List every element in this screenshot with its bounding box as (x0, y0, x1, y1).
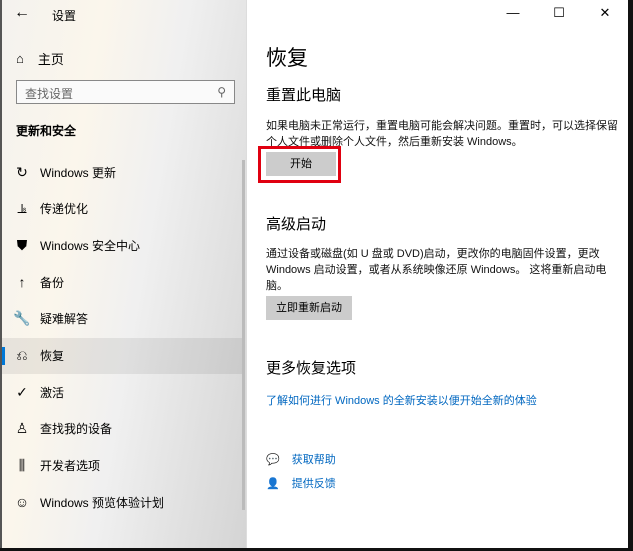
minimize-button[interactable]: — (490, 0, 536, 28)
sidebar-item-label: 激活 (40, 385, 65, 400)
page-title: 恢复 (266, 47, 308, 70)
settings-window: ← 设置 ⌂ 主页 查找设置 ⚲ 更新和安全 ↻ Windows 更新 ⫡ 传递优化 ⛊ Wi… (0, 0, 628, 548)
sidebar-item-icon: ☺ (14, 494, 30, 511)
feedback-label: 提供反馈 (291, 478, 336, 490)
sidebar-item[interactable]: ⎌ 恢复 (2, 337, 245, 374)
sidebar: ← 设置 ⌂ 主页 查找设置 ⚲ 更新和安全 ↻ Windows 更新 ⫡ 传递优化 ⛊ Wi… (2, 0, 247, 548)
sidebar-item[interactable]: ⫼ 开发者选项 (2, 448, 245, 484)
app-title: 设置 (52, 9, 77, 23)
restart-now-button[interactable]: 立即重新启动 (266, 296, 352, 320)
sidebar-item-label: 疑难解答 (40, 312, 89, 327)
sidebar-item-icon: 🔧 (13, 310, 31, 327)
sidebar-item-icon: ↑ (18, 274, 26, 291)
sidebar-item[interactable]: ↑ 备份 (2, 264, 245, 300)
feedback-link[interactable]: 👤 提供反馈 (266, 475, 336, 491)
sidebar-item-icon: ⎌ (16, 347, 28, 363)
search-input[interactable]: 查找设置 ⚲ (16, 80, 235, 104)
sidebar-item[interactable]: ✓ 激活 (2, 374, 245, 410)
fresh-install-link[interactable]: 了解如何进行 Windows 的全新安装以便开始全新的体验 (266, 392, 537, 408)
sidebar-item[interactable]: 🔧 疑难解答 (2, 301, 245, 337)
sidebar-item-icon: ♙ (15, 420, 29, 437)
advanced-description: 通过设备或磁盘(如 U 盘或 DVD)启动，更改你的电脑固件设置，更改 Wind… (266, 248, 607, 292)
home-label: 主页 (37, 52, 64, 67)
sidebar-item-label: 开发者选项 (40, 459, 101, 474)
sidebar-item-icon: ⫼ (18, 457, 26, 474)
home-icon: ⌂ (16, 51, 24, 66)
sidebar-item-label: Windows 更新 (40, 165, 117, 180)
advanced-heading: 高级启动 (266, 216, 327, 233)
sidebar-item[interactable]: ⛊ Windows 安全中心 (2, 227, 245, 263)
sidebar-item-icon: ↻ (16, 163, 28, 180)
sidebar-item[interactable]: ♙ 查找我的设备 (2, 411, 245, 447)
sidebar-item[interactable]: ⫡ 传递优化 (2, 191, 245, 227)
sidebar-item-label: Windows 安全中心 (40, 238, 141, 253)
feedback-icon: 👤 (266, 477, 280, 490)
sidebar-item-label: 查找我的设备 (40, 422, 113, 437)
sidebar-item-icon: ⫡ (17, 200, 27, 217)
main-content: — ☐ ✕ 恢复 重置此电脑 如果电脑未正常运行，重置电脑可能会解决问题。重置时，可… (266, 0, 628, 548)
search-icon: ⚲ (217, 85, 226, 99)
sidebar-item-label: 传递优化 (40, 202, 89, 217)
sidebar-item[interactable]: ☺ Windows 预览体验计划 (2, 484, 245, 520)
help-icon: 💬 (266, 453, 280, 466)
section-title: 更新和安全 (16, 124, 77, 138)
sidebar-item-icon: ⛊ (16, 236, 28, 253)
maximize-button[interactable]: ☐ (536, 0, 582, 28)
close-button[interactable]: ✕ (582, 0, 628, 28)
reset-heading: 重置此电脑 (266, 87, 342, 104)
back-arrow-icon[interactable]: ← (14, 4, 30, 22)
more-options-heading: 更多恢复选项 (266, 360, 357, 377)
sidebar-home[interactable]: ⌂ 主页 (16, 49, 64, 68)
sidebar-item[interactable]: ↻ Windows 更新 (2, 154, 245, 190)
search-placeholder: 查找设置 (25, 87, 74, 101)
get-help-link[interactable]: 💬 获取帮助 (266, 451, 336, 467)
get-help-label: 获取帮助 (291, 454, 336, 466)
highlight-box (258, 146, 341, 183)
sidebar-item-label: 备份 (40, 275, 65, 290)
sidebar-item-label: 恢复 (40, 349, 65, 363)
sidebar-item-icon: ✓ (16, 383, 28, 400)
scrollbar[interactable] (242, 160, 245, 510)
sidebar-item-label: Windows 预览体验计划 (40, 495, 165, 510)
